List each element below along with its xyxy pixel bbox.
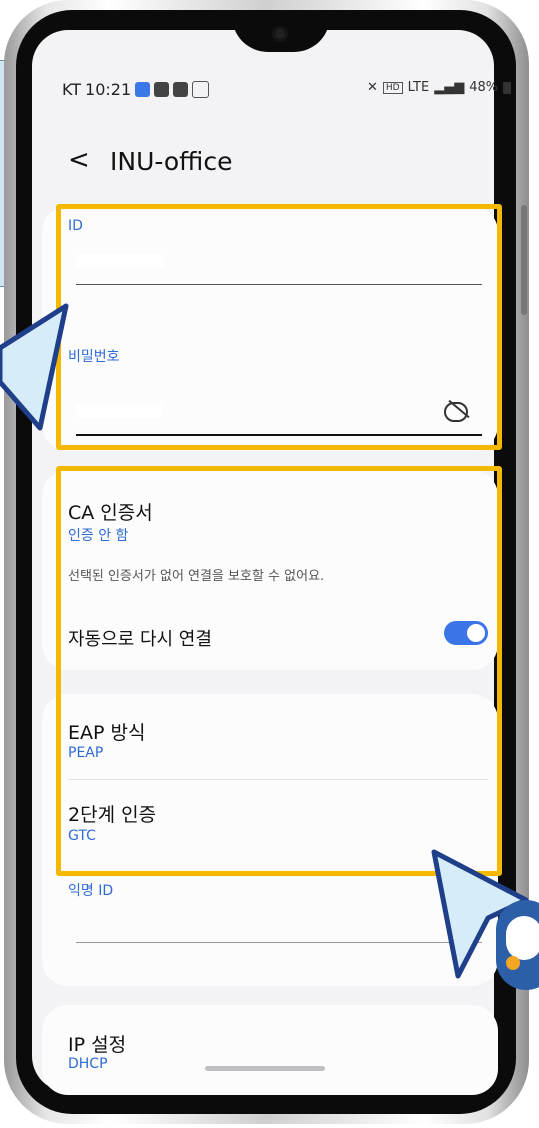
list-notification-icon	[154, 82, 170, 97]
mute-icon: ✕	[367, 80, 378, 95]
back-button[interactable]: <	[68, 145, 90, 175]
app-notification-icon	[135, 82, 151, 97]
kt-notification-icon	[192, 81, 210, 98]
battery-icon	[503, 81, 512, 94]
anonymous-id-label: 익명 ID	[68, 883, 114, 899]
network-text: LTE	[407, 80, 430, 95]
signal-icon: ▂▄▆	[434, 80, 465, 95]
eap-settings-highlight	[56, 466, 502, 876]
mascot-dot	[506, 956, 520, 970]
credentials-highlight	[56, 204, 502, 450]
battery-text: 48%	[469, 80, 499, 95]
mascot-face	[506, 916, 539, 960]
gallery-notification-icon	[173, 82, 189, 97]
pointer-arrow-left	[0, 303, 69, 431]
home-indicator	[205, 1066, 325, 1071]
status-bar-right: ✕ HD LTE ▂▄▆ 48%	[367, 80, 512, 95]
camera	[272, 26, 288, 42]
ip-settings-value: DHCP	[68, 1056, 108, 1072]
mascot-icon	[496, 900, 539, 990]
carrier-text: KT	[62, 80, 82, 99]
time-text: 10:21	[85, 80, 132, 99]
side-button	[521, 205, 527, 315]
status-bar-left: KT 10:21	[62, 80, 210, 99]
hd-icon: HD	[382, 81, 403, 94]
anonymous-id-underline	[76, 942, 482, 943]
page-title: INU-office	[110, 147, 233, 176]
ip-settings-title[interactable]: IP 설정	[68, 1030, 126, 1057]
